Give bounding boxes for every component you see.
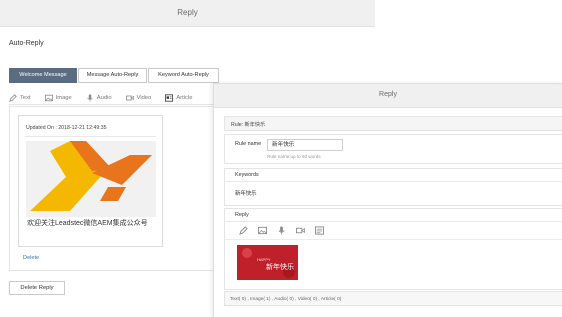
tool-image[interactable]: Image <box>44 94 72 102</box>
article-icon <box>165 93 174 102</box>
reply-dialog: Reply Rule: 新年快乐 Rule name 新年快乐 Rule nam… <box>213 83 562 317</box>
reply-image-thumbnail[interactable]: HAPPY 新年快乐 <box>237 245 298 280</box>
poster-text-main: 新年快乐 <box>266 262 294 271</box>
rule-name-input[interactable]: 新年快乐 <box>267 139 343 151</box>
content-counts: Text( 0) , Image( 1) , Audio( 0) , Video… <box>230 297 342 302</box>
article-card[interactable]: Updated On : 2018-12-21 12:49:35 欢迎关注Lea… <box>18 115 163 247</box>
leadstec-logo-icon <box>26 141 156 217</box>
tool-article-label: Article <box>176 94 193 101</box>
header-title: Reply <box>177 8 198 17</box>
article-icon[interactable] <box>315 226 324 235</box>
image-icon <box>44 94 53 101</box>
rule-label: Rule: 新年快乐 <box>231 122 266 128</box>
tab-keyword-auto-reply[interactable]: Keyword Auto-Reply <box>148 68 219 83</box>
image-icon[interactable] <box>258 226 267 235</box>
tab-welcome-message[interactable]: Welcome Message <box>9 68 77 83</box>
reply-divider <box>225 221 562 222</box>
keyword-value[interactable]: 新年快乐 <box>235 189 257 197</box>
article-cover-image <box>26 141 156 217</box>
tool-audio[interactable]: Audio <box>86 93 112 102</box>
pencil-icon[interactable] <box>239 226 248 235</box>
header-bar: Reply <box>0 0 375 27</box>
keywords-label: Keywords <box>235 172 259 178</box>
article-caption: 欢迎关注Leadstec微信AEM集成公众号 <box>27 220 148 227</box>
video-icon <box>125 95 134 100</box>
tool-text-label: Text <box>20 94 31 101</box>
tool-image-label: Image <box>55 94 72 101</box>
reply-toolbar <box>239 226 334 235</box>
rule-name-section: Rule name 新年快乐 Rule name up to 60 words <box>224 134 562 164</box>
media-toolbar: Text Image Audio Video Article <box>9 91 239 105</box>
tool-video-label: Video <box>136 94 152 101</box>
pencil-icon <box>9 93 17 102</box>
card-divider <box>25 136 156 137</box>
microphone-icon <box>87 93 93 102</box>
microphone-icon[interactable] <box>277 226 286 235</box>
reply-label: Reply <box>235 212 249 218</box>
new-year-poster-icon: HAPPY 新年快乐 <box>237 245 298 280</box>
keywords-section: Keywords 新年快乐 <box>224 168 562 206</box>
delete-link[interactable]: Delete <box>23 255 39 261</box>
delete-reply-button[interactable]: Delete Reply <box>9 281 65 295</box>
page-title: Auto-Reply <box>9 40 44 47</box>
poster-text-happy: HAPPY <box>257 257 271 262</box>
rule-bar[interactable]: Rule: 新年快乐 <box>224 116 562 131</box>
tool-video[interactable]: Video <box>125 94 152 102</box>
content-count-bar: Text( 0) , Image( 1) , Audio( 0) , Video… <box>224 291 562 306</box>
dialog-header: Reply <box>214 84 562 108</box>
tool-text[interactable]: Text <box>9 93 31 102</box>
tool-audio-label: Audio <box>96 94 112 101</box>
rule-name-hint: Rule name up to 60 words <box>267 154 321 159</box>
tab-message-auto-reply[interactable]: Message Auto-Reply <box>78 68 147 83</box>
rule-name-label: Rule name <box>235 141 262 147</box>
tool-article[interactable]: Article <box>165 93 193 102</box>
tab-bar: Welcome Message Message Auto-Reply Keywo… <box>9 68 220 83</box>
video-icon[interactable] <box>296 226 305 235</box>
reply-section: Reply HAPPY 新年快乐 <box>224 208 562 290</box>
dialog-title: Reply <box>379 91 397 98</box>
reply-toolbar-divider <box>225 239 562 240</box>
updated-on-text: Updated On : 2018-12-21 12:49:35 <box>26 125 107 131</box>
keywords-divider <box>225 181 562 182</box>
